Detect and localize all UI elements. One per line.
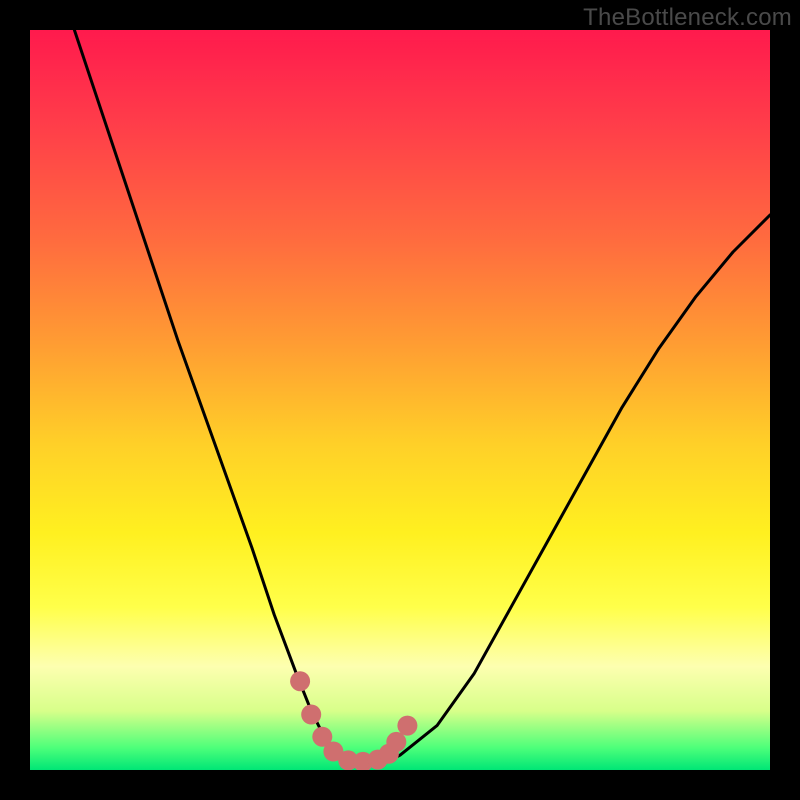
chart-svg — [30, 30, 770, 770]
marker-dot — [397, 716, 417, 736]
watermark-text: TheBottleneck.com — [583, 4, 792, 32]
marker-dot — [386, 732, 406, 752]
marker-dot — [290, 671, 310, 691]
bottleneck-curve — [74, 30, 770, 763]
highlight-dots — [290, 671, 417, 770]
chart-frame: TheBottleneck.com — [0, 0, 800, 800]
marker-dot — [301, 705, 321, 725]
plot-area — [30, 30, 770, 770]
